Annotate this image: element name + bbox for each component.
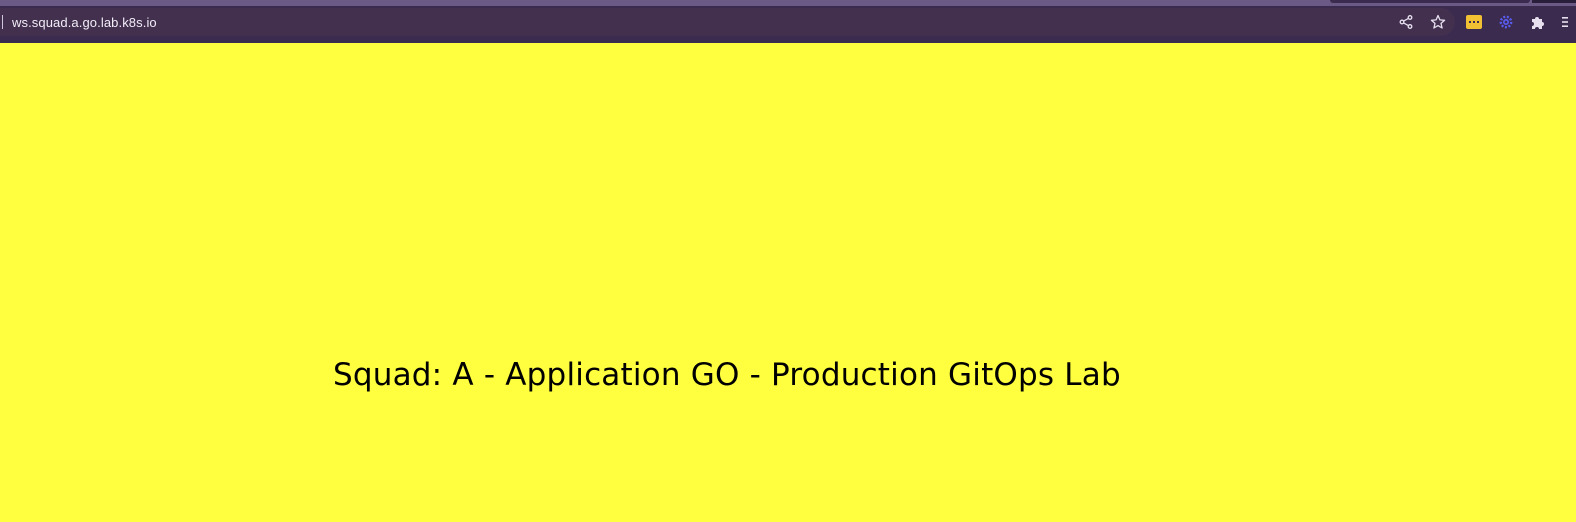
tab-edge-right[interactable] (1532, 0, 1576, 3)
extensions-bar (1465, 8, 1569, 36)
menu-icon[interactable] (1561, 13, 1569, 31)
extensions-puzzle-icon[interactable] (1529, 13, 1547, 31)
url-text[interactable]: ws.squad.a.go.lab.k8s.io (12, 15, 157, 30)
share-icon[interactable] (1397, 13, 1415, 31)
tab-strip (0, 0, 1576, 6)
text-caret (2, 15, 3, 29)
gear-extension-icon[interactable] (1497, 13, 1515, 31)
page-heading: Squad: A - Application GO - Production G… (333, 357, 1121, 393)
address-bar[interactable]: ws.squad.a.go.lab.k8s.io (0, 8, 1455, 36)
page-content: Squad: A - Application GO - Production G… (0, 43, 1576, 522)
address-bar-actions (1397, 8, 1447, 36)
bookmark-star-icon[interactable] (1429, 13, 1447, 31)
password-manager-extension-icon[interactable] (1465, 13, 1483, 31)
browser-toolbar: ws.squad.a.go.lab.k8s.io (0, 0, 1576, 43)
tab-edge[interactable] (1330, 0, 1530, 3)
